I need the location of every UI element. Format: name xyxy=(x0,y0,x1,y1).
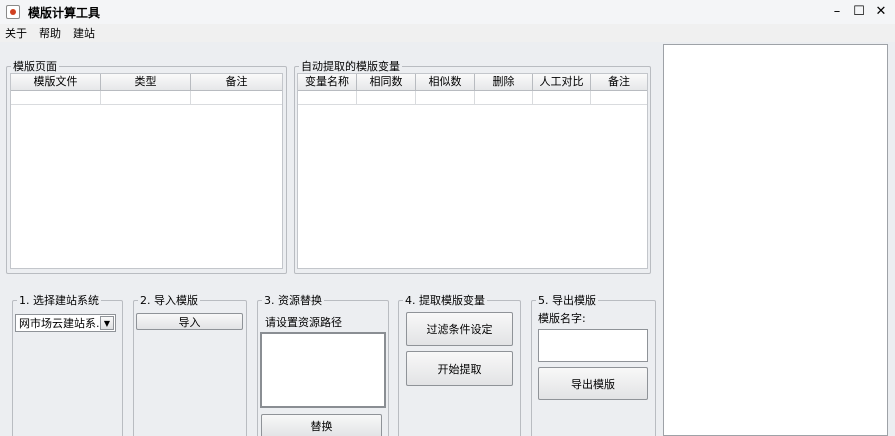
filter-settings-button[interactable]: 过滤条件设定 xyxy=(406,312,513,346)
import-button[interactable]: 导入 xyxy=(136,313,243,330)
column-template-file[interactable]: 模版文件 xyxy=(11,74,101,90)
column-type[interactable]: 类型 xyxy=(101,74,191,90)
window-controls: – ☐ ✕ xyxy=(829,3,889,19)
menu-bar: 关于 帮助 建站 xyxy=(0,24,895,42)
work-area: 模版页面 模版文件 类型 备注 自动提取的模版变量 变量名称 相同数 相似数 删… xyxy=(0,42,895,436)
site-system-selected: 网市场云建站系... xyxy=(19,317,107,330)
java-app-icon xyxy=(6,5,20,19)
site-system-select[interactable]: 网市场云建站系... ▼ xyxy=(15,314,116,332)
template-file-table[interactable]: 模版文件 类型 备注 xyxy=(10,73,283,269)
column-manual-compare[interactable]: 人工对比 xyxy=(533,74,591,90)
window-title: 模版计算工具 xyxy=(28,5,101,20)
export-template-button[interactable]: 导出模版 xyxy=(538,367,648,400)
resource-path-label: 请设置资源路径 xyxy=(265,316,342,329)
menu-site[interactable]: 建站 xyxy=(73,25,95,41)
maximize-button[interactable]: ☐ xyxy=(851,3,867,19)
template-name-input[interactable] xyxy=(538,329,648,362)
step5-legend: 5. 导出模版 xyxy=(538,294,596,307)
table-row[interactable] xyxy=(11,91,282,105)
menu-help[interactable]: 帮助 xyxy=(39,25,61,41)
column-var-name[interactable]: 变量名称 xyxy=(298,74,357,90)
template-page-legend: 模版页面 xyxy=(13,60,57,73)
preview-panel[interactable] xyxy=(663,44,888,436)
step4-legend: 4. 提取模版变量 xyxy=(405,294,485,307)
title-bar: 模版计算工具 – ☐ ✕ xyxy=(0,0,895,24)
menu-about[interactable]: 关于 xyxy=(5,25,27,41)
minimize-button[interactable]: – xyxy=(829,3,845,19)
close-button[interactable]: ✕ xyxy=(873,3,889,19)
column-same-count[interactable]: 相同数 xyxy=(357,74,416,90)
column-delete[interactable]: 删除 xyxy=(475,74,533,90)
variables-table[interactable]: 变量名称 相同数 相似数 删除 人工对比 备注 xyxy=(297,73,648,269)
chevron-down-icon[interactable]: ▼ xyxy=(100,316,114,330)
column-similar-count[interactable]: 相似数 xyxy=(416,74,475,90)
table-header: 变量名称 相同数 相似数 删除 人工对比 备注 xyxy=(298,74,647,91)
start-extract-button[interactable]: 开始提取 xyxy=(406,351,513,386)
column-note[interactable]: 备注 xyxy=(191,74,282,90)
resource-path-textarea[interactable] xyxy=(260,332,386,408)
template-name-label: 模版名字: xyxy=(538,312,586,325)
step3-legend: 3. 资源替换 xyxy=(264,294,322,307)
step2-legend: 2. 导入模版 xyxy=(140,294,198,307)
table-header: 模版文件 类型 备注 xyxy=(11,74,282,91)
step1-legend: 1. 选择建站系统 xyxy=(19,294,99,307)
table-row[interactable] xyxy=(298,91,647,105)
extracted-vars-legend: 自动提取的模版变量 xyxy=(301,60,400,73)
column-note[interactable]: 备注 xyxy=(591,74,647,90)
replace-button[interactable]: 替换 xyxy=(261,414,382,436)
